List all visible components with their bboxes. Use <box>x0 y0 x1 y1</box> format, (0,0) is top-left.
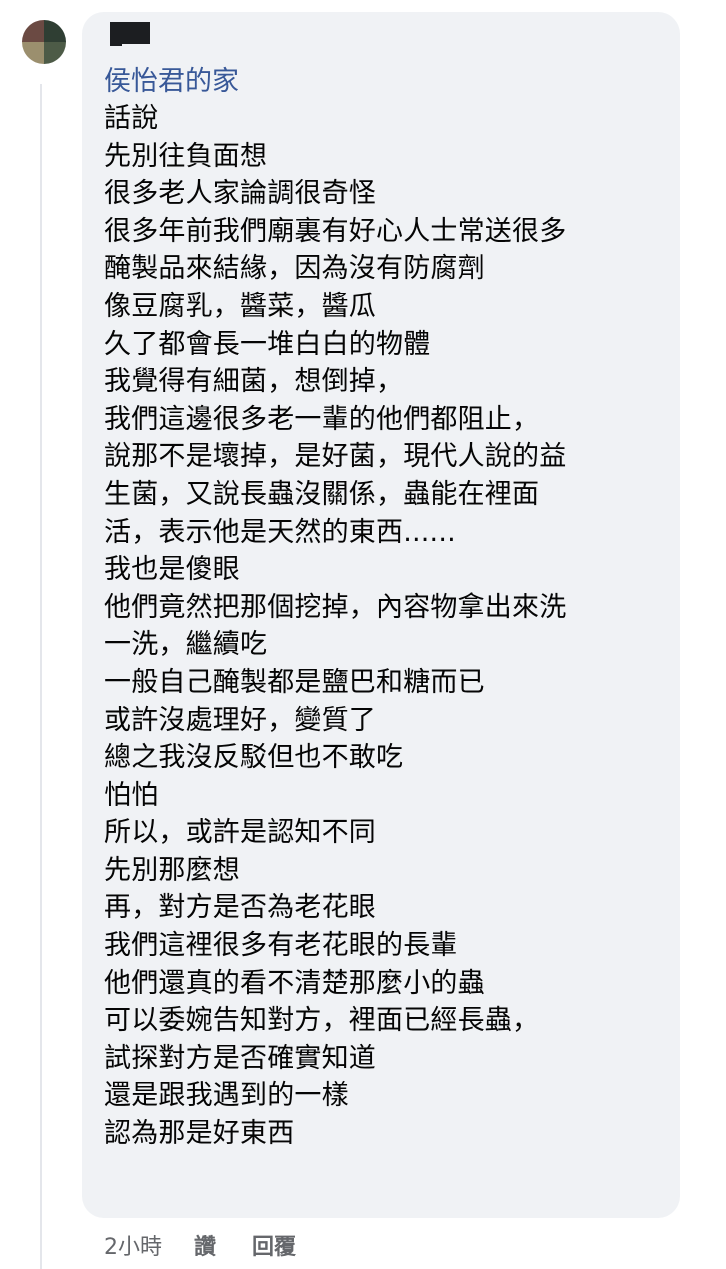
comment-line: 可以委婉告知對方，裡面已經長蟲， <box>104 1005 540 1037</box>
comment-line: 話說 <box>104 103 159 134</box>
comment-line: 怕怕 <box>104 779 159 811</box>
like-button[interactable]: 讚 <box>194 1229 216 1261</box>
timestamp[interactable]: 2小時 <box>104 1229 162 1261</box>
comment-line: 很多年前我們廟裏有好心人士常送很多 <box>104 215 567 247</box>
comment-line: 像豆腐乳，醬菜，醬瓜 <box>104 290 376 322</box>
comment-line: 先別那麼想 <box>104 854 240 886</box>
comment-actions: 2小時 讚 回覆 <box>104 1228 296 1262</box>
comment-line: 總之我沒反駁但也不敢吃 <box>104 742 404 774</box>
comment-line: 一般自己醃製都是鹽巴和糖而已 <box>104 666 485 698</box>
avatar[interactable] <box>22 20 66 64</box>
comment-line: 生菌，又說長蟲沒關係，蟲能在裡面 <box>104 478 540 510</box>
comment-bubble: 侯怡君的家 話說先別往負面想很多老人家論調很奇怪很多年前我們廟裏有好心人士常送很… <box>82 12 680 1218</box>
comment-line: 活，表示他是天然的東西...... <box>104 516 456 548</box>
comment-line: 他們竟然把那個挖掉，內容物拿出來洗 <box>104 591 567 623</box>
redacted-name-block <box>110 40 122 46</box>
comment-line: 醃製品來結緣，因為沒有防腐劑 <box>104 253 485 285</box>
comment-author[interactable]: 侯怡君的家 <box>104 64 680 100</box>
comment-line: 久了都會長一堆白白的物體 <box>104 328 431 360</box>
reply-button[interactable]: 回覆 <box>252 1229 296 1261</box>
comment-line: 一洗，繼續吃 <box>104 629 268 661</box>
comment-line: 我們這裡很多有老花眼的長輩 <box>104 930 458 962</box>
comment-line: 還是跟我遇到的一樣 <box>104 1080 349 1112</box>
comment-line: 所以，或許是認知不同 <box>104 817 376 849</box>
comment-line: 很多老人家論調很奇怪 <box>104 178 376 210</box>
comment-line: 說那不是壞掉，是好菌，現代人說的益 <box>104 441 567 473</box>
comment-line: 我覺得有細菌，想倒掉， <box>104 366 404 398</box>
comment-line: 我們這邊很多老一輩的他們都阻止， <box>104 403 540 435</box>
comment-line: 我也是傻眼 <box>104 554 240 586</box>
comment-line: 或許沒處理好，變質了 <box>104 704 376 736</box>
thread-line <box>40 84 42 1269</box>
comment-line: 認為那是好東西 <box>104 1118 295 1150</box>
comment-line: 先別往負面想 <box>104 140 268 172</box>
comment-line: 再，對方是否為老花眼 <box>104 892 376 924</box>
comment-line: 他們還真的看不清楚那麼小的蟲 <box>104 967 485 999</box>
comment-body: 話說先別往負面想很多老人家論調很奇怪很多年前我們廟裏有好心人士常送很多 醃製品來結… <box>104 100 680 1153</box>
comment-line: 試探對方是否確實知道 <box>104 1042 376 1074</box>
